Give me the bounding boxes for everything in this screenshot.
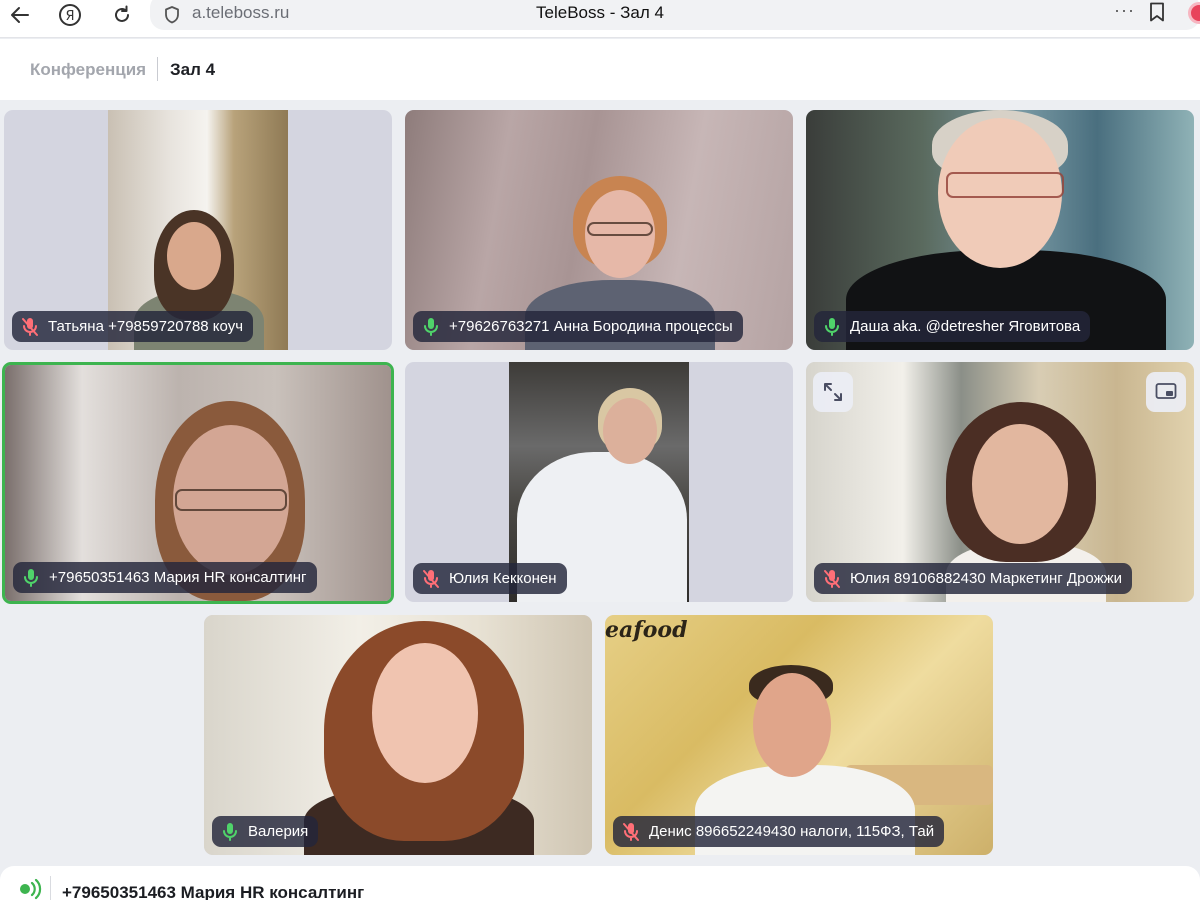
video-tile[interactable]: Валерия [204, 615, 592, 855]
breadcrumb-conference-link[interactable]: Конференция [30, 60, 146, 80]
participant-name: Денис 896652249430 налоги, 115ФЗ, Тай [649, 823, 935, 840]
microphone-muted-icon[interactable] [621, 822, 641, 842]
microphone-icon[interactable] [822, 317, 842, 337]
participant-face [167, 222, 221, 290]
expand-icon[interactable] [813, 372, 853, 412]
participant-name-badge: Татьяна +79859720788 коуч [12, 311, 254, 342]
microphone-icon[interactable] [421, 317, 441, 337]
participant-face [972, 424, 1068, 544]
participant-name: Даша aka. @detresher Яговитова [850, 318, 1081, 335]
browser-toolbar: Я a.teleboss.ru TeleBoss - Зал 4 ··· [0, 0, 1200, 38]
breadcrumb: Конференция Зал 4 [0, 39, 1200, 100]
speaking-icon [18, 878, 44, 900]
divider [50, 876, 51, 900]
microphone-muted-icon[interactable] [421, 569, 441, 589]
current-speaker-bar: +79650351463 Мария HR консалтинг [0, 866, 1200, 900]
microphone-muted-icon[interactable] [20, 317, 40, 337]
video-tile[interactable]: Татьяна +79859720788 коуч [4, 110, 392, 350]
more-menu-button[interactable]: ··· [1114, 0, 1135, 21]
microphone-icon[interactable] [220, 822, 240, 842]
picture-in-picture-icon[interactable] [1146, 372, 1186, 412]
participant-face [753, 673, 831, 777]
participant-name: +79626763271 Анна Бородина процессы [449, 318, 733, 335]
participant-glasses [946, 172, 1064, 198]
video-tile[interactable]: Юлия Кекконен [405, 362, 793, 602]
participant-name-badge: +79626763271 Анна Бородина процессы [413, 311, 743, 342]
video-tile[interactable]: Даша aka. @detresher Яговитова [806, 110, 1194, 350]
participant-name-badge: Юлия Кекконен [413, 563, 567, 594]
participant-name-badge: Даша aka. @detresher Яговитова [814, 311, 1091, 342]
participant-name-badge: Денис 896652249430 налоги, 115ФЗ, Тай [613, 816, 945, 847]
participant-name-badge: Валерия [212, 816, 319, 847]
video-tile[interactable]: Юлия 89106882430 Маркетинг Дрожжи [806, 362, 1194, 602]
microphone-muted-icon[interactable] [822, 569, 842, 589]
participant-name-badge: Юлия 89106882430 Маркетинг Дрожжи [814, 563, 1133, 594]
background-sign: eafood [605, 617, 688, 643]
participant-name: +79650351463 Мария HR консалтинг [49, 569, 307, 586]
participant-name: Валерия [248, 823, 309, 840]
participant-name-badge: +79650351463 Мария HR консалтинг [13, 562, 317, 593]
page-title: Зал 4 [170, 60, 216, 79]
microphone-icon[interactable] [21, 568, 41, 588]
participant-name: Юлия Кекконен [449, 570, 557, 587]
video-tile-active-speaker[interactable]: +79650351463 Мария HR консалтинг [2, 362, 394, 604]
bookmark-icon[interactable] [1148, 2, 1166, 27]
participant-name: Юлия 89106882430 Маркетинг Дрожжи [850, 570, 1123, 587]
participant-glasses [175, 489, 287, 511]
video-tile[interactable]: +79626763271 Анна Бородина процессы [405, 110, 793, 350]
participant-face [372, 643, 478, 783]
participant-face [603, 398, 657, 464]
video-tile[interactable]: eafood Денис 896652249430 налоги, 115ФЗ,… [605, 615, 993, 855]
tab-title: TeleBoss - Зал 4 [536, 3, 664, 22]
breadcrumb-divider [157, 57, 158, 81]
current-speaker-name: +79650351463 Мария HR консалтинг [62, 883, 365, 900]
participant-name: Татьяна +79859720788 коуч [48, 318, 244, 335]
participant-glasses [587, 222, 653, 236]
